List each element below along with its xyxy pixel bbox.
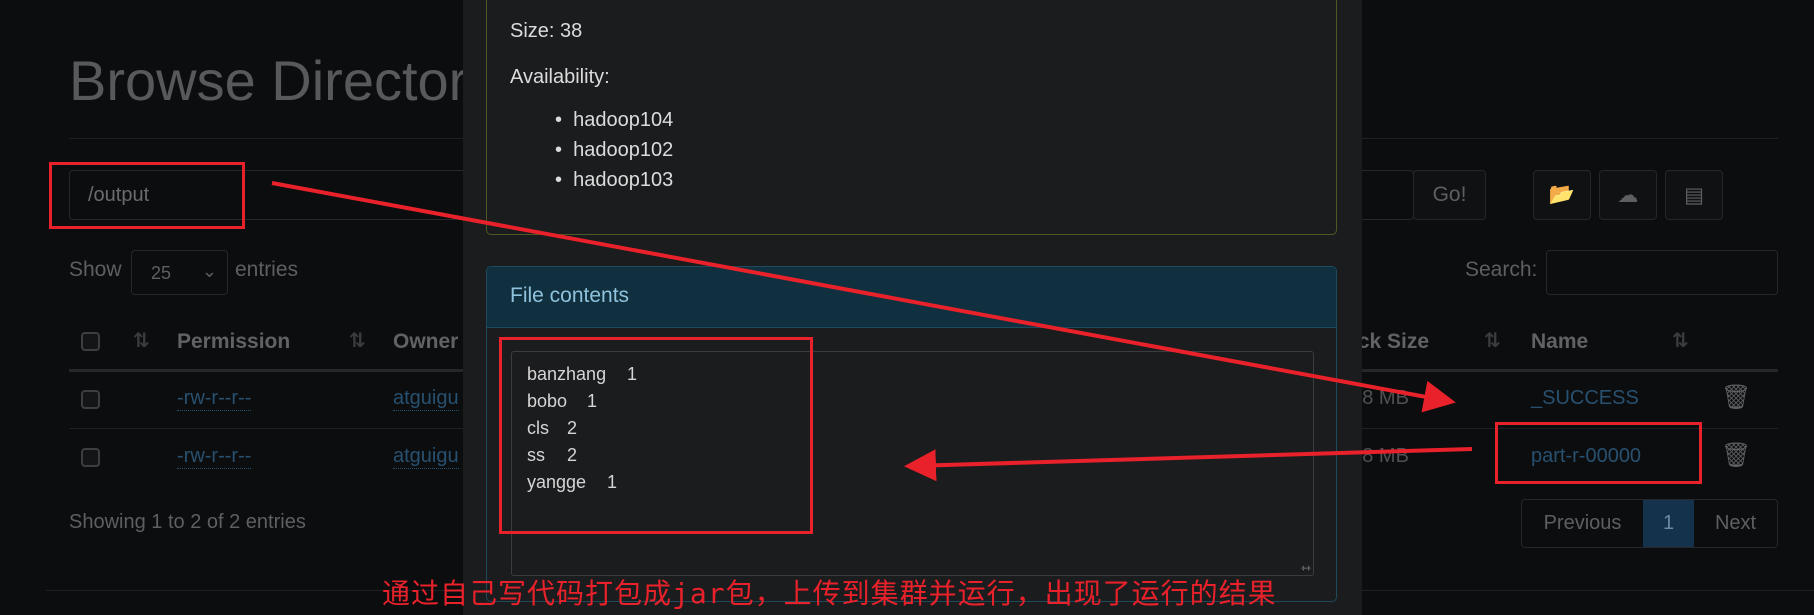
annotation-caption: 通过自己写代码打包成jar包，上传到集群并运行，出现了运行的结果	[382, 577, 1277, 610]
annotation-arrows	[271, 181, 1473, 482]
arrow-to-success	[271, 181, 1456, 413]
arrow-to-contents	[904, 447, 1473, 482]
